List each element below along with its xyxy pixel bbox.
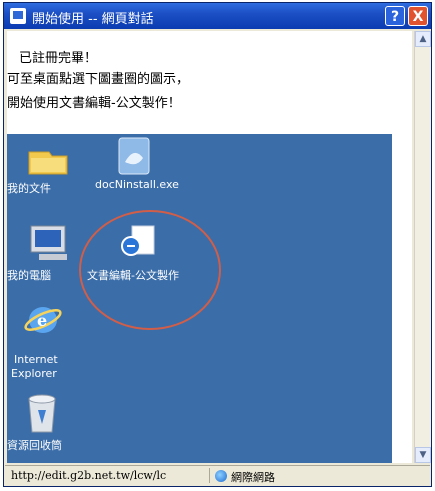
security-zone-label: 網際網路 bbox=[231, 471, 275, 484]
status-bar: http://edit.g2b.net.tw/lcw/lc 網際網路 bbox=[5, 465, 430, 486]
help-button[interactable]: ? bbox=[385, 6, 405, 26]
desktop-icon-label[interactable]: 我的電腦 bbox=[7, 267, 51, 283]
internet-explorer-icon: e bbox=[24, 307, 62, 333]
desktop-icon-label[interactable]: 我的文件 bbox=[7, 180, 51, 196]
dialog-window: 開始使用 -- 網頁對話 ? X 已註冊完畢！ 可至桌面點選下圖畫圈的圖示， 開… bbox=[3, 2, 432, 487]
my-documents-icon bbox=[28, 151, 68, 175]
window-title: 開始使用 -- 網頁對話 bbox=[32, 12, 154, 27]
recycle-bin-icon bbox=[28, 394, 56, 433]
window-icon bbox=[10, 8, 26, 24]
instruction-line: 開始使用文書編輯-公文製作！ bbox=[7, 96, 181, 111]
close-button[interactable]: X bbox=[408, 6, 428, 26]
instruction-line: 可至桌面點選下圖畫圈的圖示， bbox=[7, 72, 190, 87]
desktop-icon-label[interactable]: 文書編輯-公文製作 bbox=[87, 267, 179, 283]
registration-message: 已註冊完畢！ bbox=[19, 51, 98, 66]
desktop-screenshot: e 我的文件 docNinstall.exe 我的電腦 文書編輯-公文製作 In… bbox=[7, 134, 392, 463]
title-bar[interactable]: 開始使用 -- 網頁對話 ? X bbox=[4, 3, 431, 29]
vertical-scrollbar[interactable]: ▲ ▼ bbox=[414, 31, 431, 463]
desktop-icon-label[interactable]: docNinstall.exe bbox=[95, 178, 179, 191]
status-url: http://edit.g2b.net.tw/lcw/lc bbox=[11, 469, 167, 482]
desktop-icon-label[interactable]: Explorer bbox=[11, 367, 57, 380]
internet-zone-icon bbox=[215, 470, 227, 482]
svg-text:e: e bbox=[37, 311, 47, 330]
desktop-icon-label[interactable]: Internet bbox=[14, 353, 58, 366]
my-computer-icon bbox=[30, 225, 67, 260]
dialog-content: 已註冊完畢！ 可至桌面點選下圖畫圈的圖示， 開始使用文書編輯-公文製作！ e 我… bbox=[7, 31, 412, 463]
scroll-up-icon[interactable]: ▲ bbox=[415, 31, 431, 47]
status-divider bbox=[209, 468, 210, 483]
desktop-icon-label[interactable]: 資源回收筒 bbox=[7, 437, 62, 453]
installer-icon bbox=[118, 137, 150, 175]
scroll-down-icon[interactable]: ▼ bbox=[415, 447, 431, 463]
